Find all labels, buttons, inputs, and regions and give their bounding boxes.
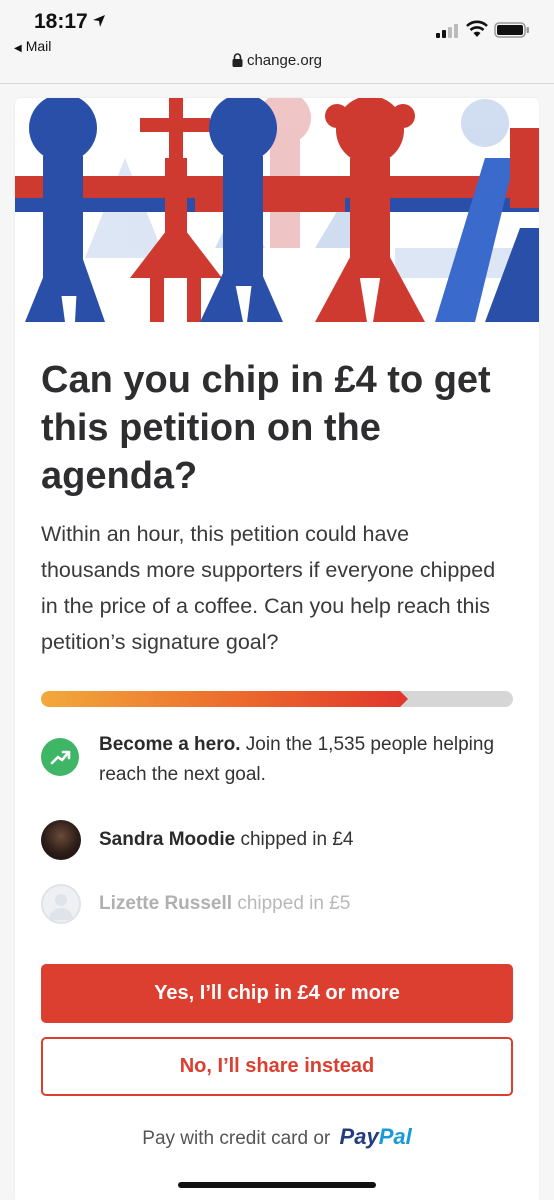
- supporter-text: Lizette Russell chipped in £5: [99, 889, 519, 919]
- progress-fill: [41, 691, 408, 707]
- pay-with-text: Pay with credit card or: [142, 1128, 331, 1149]
- share-instead-button[interactable]: No, I’ll share instead: [41, 1037, 513, 1096]
- url-domain: change.org: [246, 52, 323, 69]
- description: Within an hour, this petition could have…: [41, 522, 496, 654]
- avatar: [41, 820, 81, 860]
- trending-up-icon: [41, 738, 79, 776]
- donation-card: Can you chip in £4 to get this petition …: [15, 98, 539, 1200]
- supporter-name: Lizette Russell: [99, 893, 233, 914]
- supporter-row: Lizette Russell chipped in £5: [41, 884, 521, 924]
- battery-icon: [494, 22, 529, 38]
- home-indicator[interactable]: [178, 1182, 376, 1188]
- lock-icon: [232, 53, 243, 67]
- paypal-logo-part2: Pal: [378, 1124, 412, 1149]
- supporter-text: Sandra Moodie chipped in £4: [99, 825, 519, 855]
- paypal-logo-part1: Pay: [339, 1124, 379, 1149]
- location-arrow-icon: [93, 15, 105, 27]
- supporter-row: Sandra Moodie chipped in £4: [41, 820, 521, 860]
- chip-in-button[interactable]: Yes, I’ll chip in £4 or more: [41, 964, 513, 1023]
- avatar-placeholder-icon: [41, 884, 81, 924]
- progress-bar: [41, 691, 513, 707]
- hero-row: Become a hero. Join the 1,535 people hel…: [41, 730, 521, 792]
- url-bar[interactable]: change.org: [0, 52, 554, 84]
- hero-illustration: [15, 98, 539, 322]
- wifi-icon: [466, 20, 488, 37]
- clock: 18:17: [34, 10, 88, 33]
- signal-icon: [436, 24, 458, 38]
- supporter-action: chipped in £4: [235, 829, 354, 850]
- page-title: Can you chip in £4 to get this petition …: [41, 359, 491, 497]
- supporter-action: chipped in £5: [232, 893, 351, 914]
- hero-row-bold: Become a hero.: [99, 734, 241, 755]
- status-bar: 18:17 ◀ Mail: [0, 0, 554, 54]
- paypal-logo[interactable]: PayPal: [340, 1124, 412, 1149]
- supporter-name: Sandra Moodie: [99, 829, 236, 850]
- payment-options: Pay with credit card or PayPal: [15, 1124, 539, 1150]
- hero-row-text: Become a hero. Join the 1,535 people hel…: [99, 730, 519, 790]
